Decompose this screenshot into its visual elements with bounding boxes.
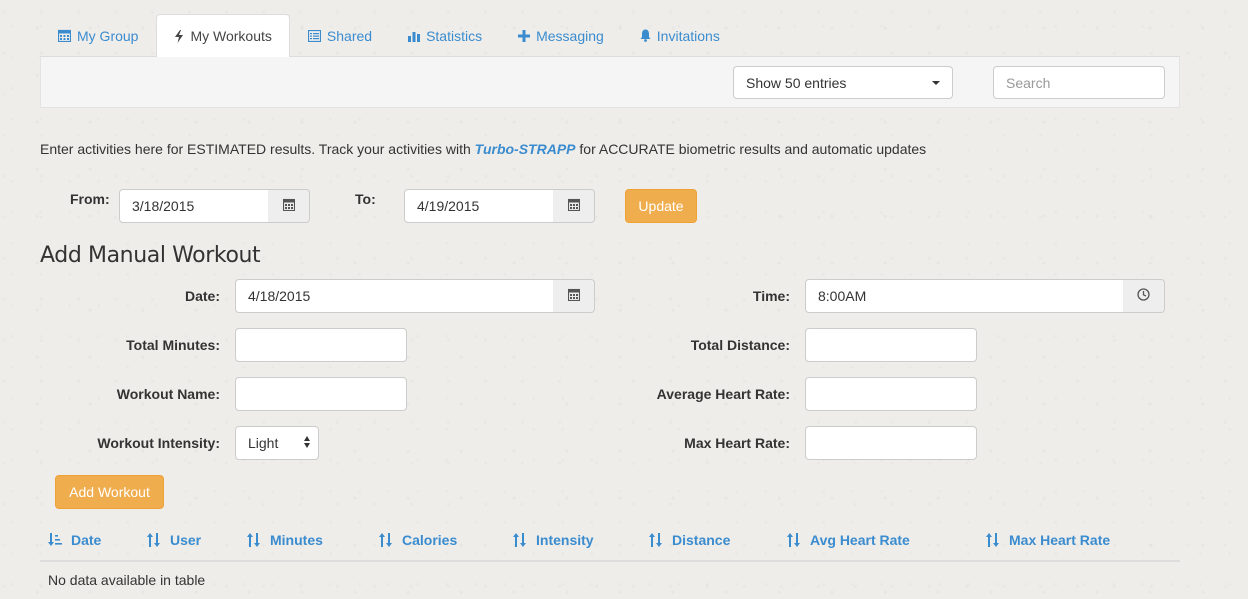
sort-icon [986, 533, 1000, 547]
calendar-icon [282, 198, 295, 214]
tab-label: My Group [77, 27, 139, 44]
calendar-icon [58, 29, 71, 42]
updown-arrows-icon [304, 436, 310, 448]
section-title: Add Manual Workout [40, 243, 261, 268]
total-minutes-label: Total Minutes: [126, 337, 220, 353]
intro-text: Enter activities here for ESTIMATED resu… [40, 141, 926, 157]
column-header-distance[interactable]: Distance [649, 532, 730, 548]
tab-shared[interactable]: Shared [290, 14, 390, 57]
column-header-minutes[interactable]: Minutes [247, 532, 323, 548]
column-label: Minutes [270, 532, 323, 548]
total-minutes-field[interactable] [235, 328, 407, 362]
column-header-calories[interactable]: Calories [379, 532, 457, 548]
column-header-user[interactable]: User [147, 532, 201, 548]
bolt-icon [174, 29, 184, 43]
calendar-icon [567, 198, 580, 214]
tab-my-group[interactable]: My Group [40, 14, 156, 57]
tab-label: Messaging [536, 27, 604, 44]
total-distance-field[interactable] [805, 328, 977, 362]
column-label: Date [71, 532, 102, 548]
intensity-value: Light [248, 435, 279, 451]
intensity-label: Workout Intensity: [97, 435, 220, 451]
tab-label: Statistics [426, 27, 483, 44]
list-icon [307, 29, 321, 42]
workout-date-field[interactable]: 4/18/2015 [235, 279, 555, 313]
plus-icon [518, 29, 531, 42]
caret-down-icon [932, 81, 940, 85]
sort-icon [513, 533, 527, 547]
table-header: Date User Minutes Calories Intensity Dis… [40, 525, 1180, 562]
column-label: Avg Heart Rate [810, 532, 910, 548]
from-date-field[interactable]: 3/18/2015 [119, 189, 269, 223]
sort-icon [247, 533, 261, 547]
bar-chart-icon [408, 30, 421, 42]
to-date-value: 4/19/2015 [417, 198, 480, 214]
entries-select[interactable]: Show 50 entries [733, 66, 953, 99]
tab-label: My Workouts [190, 28, 272, 44]
sort-icon [787, 533, 801, 547]
from-label: From: [70, 191, 110, 207]
column-label: Calories [402, 532, 458, 548]
tab-bar: My Group My Workouts Shared Statistics M… [40, 14, 1180, 58]
sort-icon [649, 533, 663, 547]
time-picker-button[interactable] [1123, 279, 1165, 313]
tab-messaging[interactable]: Messaging [500, 14, 622, 57]
column-label: Distance [672, 532, 731, 548]
workout-name-label: Workout Name: [116, 386, 220, 402]
avg-heart-rate-field[interactable] [805, 377, 977, 411]
update-button[interactable]: Update [625, 189, 697, 223]
sort-icon [147, 533, 161, 547]
sort-ascending-icon [48, 533, 62, 547]
sort-icon [379, 533, 393, 547]
tab-invitations[interactable]: Invitations [622, 14, 738, 57]
search-input[interactable] [993, 66, 1165, 99]
empty-table-message: No data available in table [48, 572, 206, 588]
tab-statistics[interactable]: Statistics [390, 14, 500, 57]
time-field[interactable]: 8:00AM [805, 279, 1125, 313]
total-distance-label: Total Distance: [690, 337, 790, 353]
workout-date-value: 4/18/2015 [248, 288, 311, 304]
to-label: To: [355, 191, 376, 207]
time-value: 8:00AM [818, 288, 867, 304]
to-date-field[interactable]: 4/19/2015 [404, 189, 554, 223]
add-workout-button[interactable]: Add Workout [55, 475, 164, 509]
time-label: Time: [752, 288, 790, 304]
clock-icon [1137, 288, 1150, 304]
tab-label: Shared [326, 27, 373, 44]
workout-name-field[interactable] [235, 377, 407, 411]
column-header-avg-heart-rate[interactable]: Avg Heart Rate [787, 532, 910, 548]
avg-heart-rate-label: Average Heart Rate: [656, 386, 790, 402]
column-header-date[interactable]: Date [48, 532, 101, 548]
max-heart-rate-field[interactable] [805, 426, 977, 460]
bell-icon [640, 29, 651, 42]
column-label: Max Heart Rate [1009, 532, 1111, 548]
column-header-max-heart-rate[interactable]: Max Heart Rate [986, 532, 1110, 548]
date-label: Date: [184, 288, 220, 304]
intro-before: Enter activities here for ESTIMATED resu… [40, 141, 475, 157]
column-label: Intensity [536, 532, 594, 548]
intro-after: for ACCURATE biometric results and autom… [575, 141, 927, 157]
from-date-value: 3/18/2015 [132, 198, 195, 214]
tab-label: Invitations [656, 27, 720, 44]
column-header-intensity[interactable]: Intensity [513, 532, 594, 548]
tab-my-workouts[interactable]: My Workouts [156, 14, 290, 58]
workout-calendar-button[interactable] [553, 279, 595, 313]
to-calendar-button[interactable] [553, 189, 595, 223]
intensity-select[interactable]: Light [235, 426, 319, 460]
turbo-strapp-link[interactable]: Turbo-STRAPP [475, 141, 576, 157]
entries-select-value: Show 50 entries [746, 74, 847, 91]
column-label: User [170, 532, 202, 548]
calendar-icon [567, 288, 580, 304]
table-controls: Show 50 entries [40, 57, 1180, 108]
max-heart-rate-label: Max Heart Rate: [684, 435, 790, 451]
from-calendar-button[interactable] [268, 189, 310, 223]
